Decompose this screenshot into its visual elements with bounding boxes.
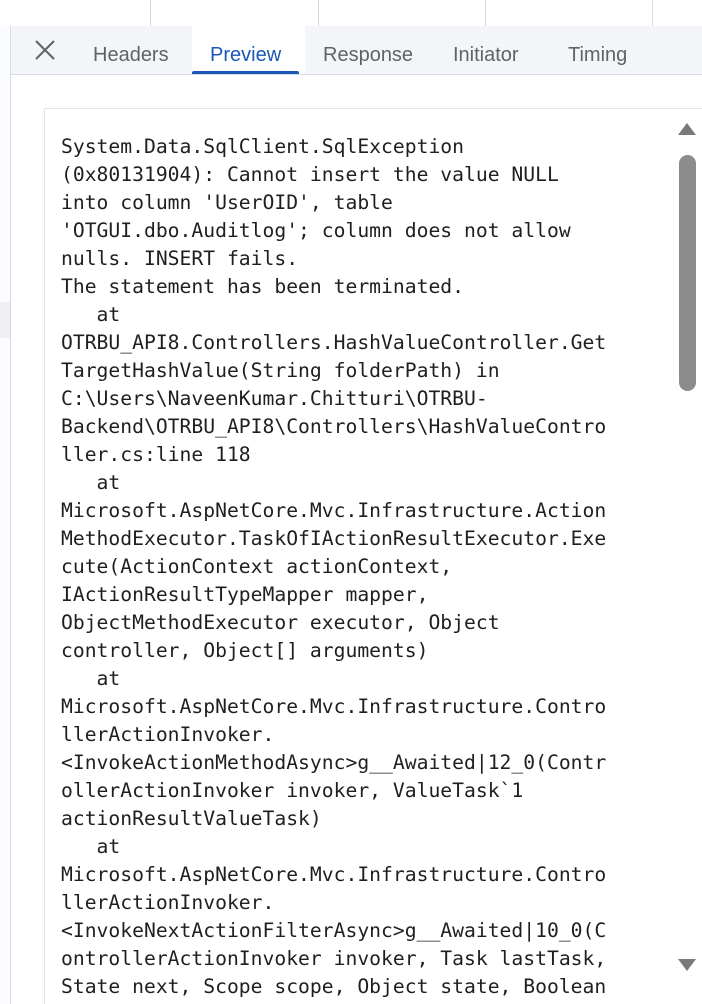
detail-tab-bar: Headers Preview Response Initiator Timin…: [11, 26, 702, 75]
preview-content-area: System.Data.SqlClient.SqlException (0x80…: [11, 75, 702, 1004]
vertical-scrollbar[interactable]: [675, 109, 702, 1004]
error-line: ObjectMethodExecutor executor, Object: [61, 611, 500, 634]
error-message-text: System.Data.SqlClient.SqlException (0x80…: [61, 133, 661, 1001]
error-line: ontrollerActionInvoker invoker, Task las…: [61, 947, 607, 970]
error-line: OTRBU_API8.Controllers.HashValueControll…: [61, 331, 607, 354]
request-list-edge: [0, 26, 11, 1004]
error-line: ollerActionInvoker invoker, ValueTask`1: [61, 779, 524, 802]
tab-headers[interactable]: Headers: [93, 26, 169, 74]
error-line: TargetHashValue(String folderPath) in: [61, 359, 500, 382]
error-line: controller, Object[] arguments): [61, 639, 429, 662]
error-line: actionResultValueTask): [61, 807, 322, 830]
error-line: MethodExecutor.TaskOfIActionResultExecut…: [61, 527, 607, 550]
scroll-thumb[interactable]: [679, 155, 696, 391]
tab-timing[interactable]: Timing: [568, 26, 627, 74]
error-line: cute(ActionContext actionContext,: [61, 555, 453, 578]
error-line: <InvokeActionMethodAsync>g__Awaited|12_0…: [61, 751, 607, 774]
active-tab-indicator: [192, 71, 300, 74]
column-separator: [318, 0, 319, 26]
tab-label: Response: [323, 44, 414, 66]
devtools-network-detail-panel: Headers Preview Response Initiator Timin…: [0, 0, 702, 1004]
column-separator: [652, 0, 653, 26]
error-line: into column 'UserOID', table: [61, 191, 393, 214]
column-separator: [485, 0, 486, 26]
tab-label: Preview: [210, 44, 282, 66]
error-line: Microsoft.AspNetCore.Mvc.Infrastructure.…: [61, 863, 607, 886]
preview-response-box[interactable]: System.Data.SqlClient.SqlException (0x80…: [45, 109, 702, 1004]
error-line: 'OTGUI.dbo.Auditlog'; column does not al…: [61, 219, 571, 242]
column-separator: [150, 0, 151, 26]
tab-label: Timing: [568, 44, 628, 66]
selected-row-edge: [0, 302, 10, 338]
error-line: (0x80131904): Cannot insert the value NU…: [61, 163, 559, 186]
error-line: <InvokeNextActionFilterAsync>g__Awaited|…: [61, 919, 607, 942]
error-line: Microsoft.AspNetCore.Mvc.Infrastructure.…: [61, 499, 607, 522]
error-line: at: [96, 667, 121, 690]
request-table-header-strip: [0, 0, 702, 27]
error-line: State next, Scope scope, Object state, B…: [61, 975, 607, 998]
close-icon: [35, 40, 55, 60]
scroll-up-arrow-icon[interactable]: [678, 123, 696, 135]
tab-response[interactable]: Response: [323, 26, 413, 74]
error-line: Backend\OTRBU_API8\Controllers\HashValue…: [61, 415, 607, 438]
tab-initiator[interactable]: Initiator: [453, 26, 519, 74]
error-line: nulls. INSERT fails.: [61, 247, 299, 270]
error-line: IActionResultTypeMapper mapper,: [61, 583, 429, 606]
error-line: llerActionInvoker.: [61, 891, 275, 914]
error-line: ller.cs:line 118: [61, 443, 251, 466]
close-button[interactable]: [31, 36, 59, 64]
error-line: Microsoft.AspNetCore.Mvc.Infrastructure.…: [61, 695, 607, 718]
tab-label: Initiator: [453, 44, 519, 66]
tab-preview[interactable]: Preview: [192, 26, 300, 74]
scroll-down-arrow-icon[interactable]: [678, 959, 696, 971]
error-line: C:\Users\NaveenKumar.Chitturi\OTRBU-: [61, 387, 488, 410]
error-line: llerActionInvoker.: [61, 723, 275, 746]
error-line: at: [96, 303, 121, 326]
error-line: at: [96, 471, 121, 494]
tab-label: Headers: [93, 44, 169, 66]
error-line: The statement has been terminated.: [61, 275, 464, 298]
error-line: System.Data.SqlClient.SqlException: [61, 135, 464, 158]
error-line: at: [96, 835, 121, 858]
